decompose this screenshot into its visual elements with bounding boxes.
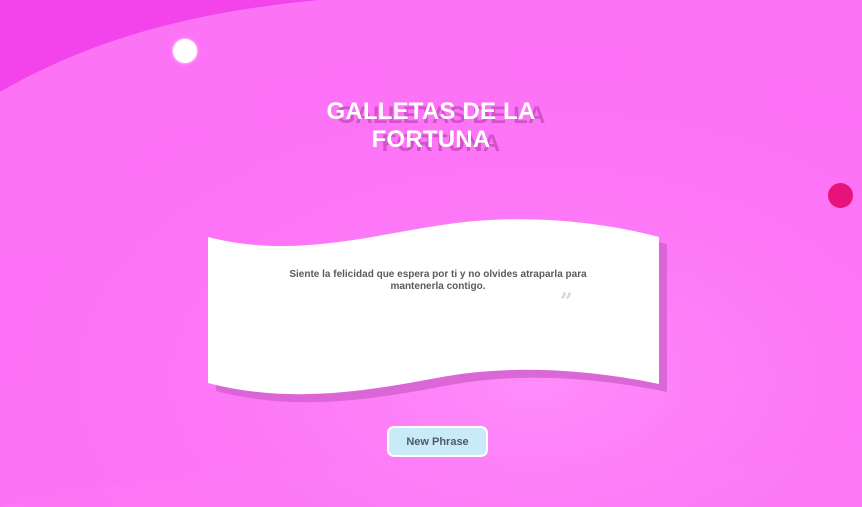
new-phrase-button[interactable]: New Phrase [387, 426, 488, 457]
fortune-paper-sheet [208, 219, 659, 395]
closing-quote-icon: ” [560, 289, 573, 315]
fortune-phrase: Siente la felicidad que espera por ti y … [289, 269, 587, 292]
